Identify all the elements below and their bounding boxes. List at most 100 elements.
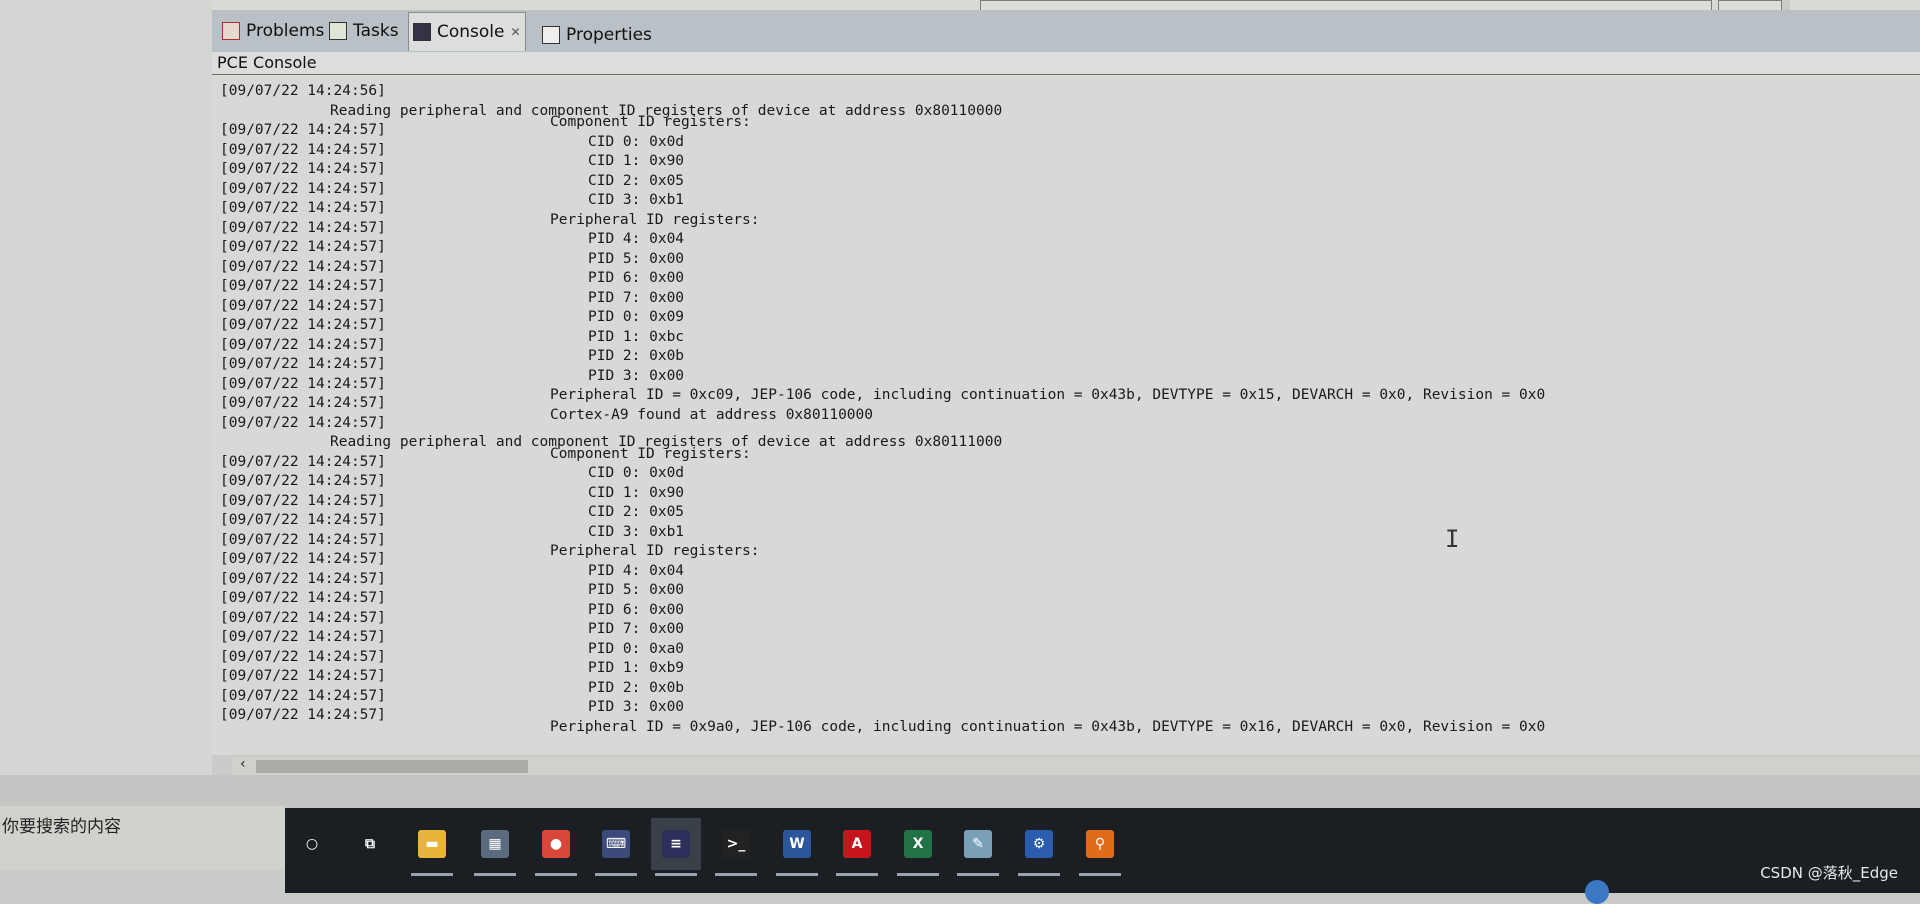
tab-tasks[interactable]: Tasks [325,14,403,48]
taskbar-file-explorer-button[interactable]: ▬ [407,818,457,876]
timestamp: [09/07/22 14:24:57] [220,141,386,158]
log-message: Component ID registers: [550,114,751,130]
console-output[interactable]: [09/07/22 14:24:56] Reading peripheral an… [212,75,1920,755]
tab-label: Problems [246,21,325,41]
properties-icon [542,26,560,44]
calculator-icon: ▦ [481,830,509,858]
console-line: [09/07/22 14:24:57] PID 0: 0xa0 [212,641,1912,668]
console-line: [09/07/22 14:24:57] CID 2: 0x05 [212,173,1912,200]
console-line: [09/07/22 14:24:57] PID 5: 0x00 [212,582,1912,609]
log-message: Peripheral ID registers: [550,543,760,559]
taskbar-chrome-button[interactable]: ● [531,818,581,876]
timestamp: [09/07/22 14:24:57] [220,551,386,567]
taskbar: ○ ⧉ ▬ ▦ ● ⌨ ≡ >_ W A X ✎ ⚙ ⚲ [285,808,1920,893]
file-explorer-icon: ▬ [418,830,446,858]
log-message: PID 6: 0x00 [588,270,685,286]
log-message: PID 2: 0x0b [588,348,685,364]
log-message: PID 1: 0xb9 [588,660,685,676]
running-indicator [1079,873,1121,876]
log-message: PID 4: 0x04 [588,231,685,247]
scroll-left-icon[interactable]: ‹ [240,756,246,772]
scrollbar-thumb[interactable] [256,760,528,773]
running-indicator [776,873,818,876]
task-view-icon: ⧉ [356,830,384,858]
watermark: CSDN @落秋_Edge [1760,864,1898,882]
excel-icon: X [904,830,932,858]
running-indicator [1018,873,1060,876]
taskbar-word-button[interactable]: W [772,818,822,876]
taskbar-cortana-button[interactable]: ○ [287,818,337,870]
log-message: CID 1: 0x90 [588,153,685,169]
log-message: PID 7: 0x00 [588,621,685,637]
timestamp: [09/07/22 14:24:57] [220,453,386,470]
timestamp: [09/07/22 14:24:57] [220,707,386,723]
console-line: [09/07/22 14:24:57] PID 1: 0xbc [212,329,1912,356]
timestamp: [09/07/22 14:24:57] [220,239,386,255]
running-indicator [715,873,757,876]
console-line: Reading peripheral and component ID regi… [212,103,1912,122]
console-line: [09/07/22 14:24:57] Component ID register… [212,114,1912,141]
console-line: [09/07/22 14:24:57] Component ID register… [212,446,1912,473]
taskbar-network-tool-button[interactable]: ⚙ [1014,818,1064,876]
taskbar-search-box[interactable]: 你要搜索的内容 [0,806,285,870]
log-message: PID 3: 0x00 [588,699,685,715]
horizontal-scrollbar[interactable]: ‹ [232,756,1920,775]
word-icon: W [783,830,811,858]
chrome-icon: ● [542,830,570,858]
tab-label: Console [437,22,505,42]
timestamp: [09/07/22 14:24:57] [220,414,386,431]
console-line: [09/07/22 14:24:57] CID 0: 0x0d [212,465,1912,492]
timestamp: [09/07/22 14:24:57] [220,629,386,645]
tasks-icon [329,22,347,40]
timestamp: [09/07/22 14:24:57] [220,200,386,216]
console-line: [09/07/22 14:24:57] PID 6: 0x00 [212,602,1912,629]
timestamp: [09/07/22 14:24:57] [220,590,386,606]
timestamp: [09/07/22 14:24:57] [220,122,386,138]
log-message: PID 6: 0x00 [588,601,685,618]
taskbar-keyboard-app-button[interactable]: ⌨ [591,818,641,876]
console-line: [09/07/22 14:24:57] PID 7: 0x00 [212,290,1912,317]
taskbar-eclipse-button[interactable]: ≡ [651,818,701,876]
text-cursor-icon: I [1445,525,1460,553]
console-icon [413,23,431,41]
running-indicator [836,873,878,876]
console-line: Peripheral ID = 0x9a0, JEP-106 code, inc… [212,719,1912,746]
taskbar-terminal-button[interactable]: >_ [711,818,761,876]
log-message: PID 5: 0x00 [588,250,685,267]
taskbar-task-view-button[interactable]: ⧉ [345,818,395,870]
log-message: CID 1: 0x90 [588,484,685,501]
close-icon[interactable]: ✕ [511,25,521,39]
acrobat-icon: A [843,830,871,858]
desktop-background [0,0,212,800]
tab-problems[interactable]: Problems [218,14,328,48]
network-tool-icon: ⚙ [1025,830,1053,858]
timestamp: [09/07/22 14:24:57] [220,492,386,509]
tab-console[interactable]: Console ✕ [408,12,526,51]
timestamp: [09/07/22 14:24:57] [220,668,386,684]
timestamp: [09/07/22 14:24:57] [220,317,386,333]
console-line: [09/07/22 14:24:57] PID 4: 0x04 [212,231,1912,258]
console-line: [09/07/22 14:24:57] CID 0: 0x0d [212,134,1912,161]
console-line: [09/07/22 14:24:57] CID 2: 0x05 [212,504,1912,531]
taskbar-excel-button[interactable]: X [893,818,943,876]
notepad-icon: ✎ [964,830,992,858]
taskbar-search-tool-button[interactable]: ⚲ [1075,818,1125,876]
log-message: Peripheral ID = 0xc09, JEP-106 code, inc… [550,387,1546,403]
console-line: [09/07/22 14:24:57] PID 7: 0x00 [212,621,1912,648]
console-line: [09/07/22 14:24:57] PID 1: 0xb9 [212,660,1912,687]
tab-properties[interactable]: Properties [538,18,656,52]
taskbar-calculator-button[interactable]: ▦ [470,818,520,876]
log-message: PID 0: 0x09 [588,309,685,325]
log-message: PID 5: 0x00 [588,582,685,598]
view-tab-bar: Problems Tasks Console ✕ Properties [212,10,1920,53]
timestamp: [09/07/22 14:24:57] [220,278,386,294]
taskbar-acrobat-button[interactable]: A [832,818,882,876]
help-icon[interactable] [1585,880,1609,904]
running-indicator [535,873,577,876]
log-message: PID 2: 0x0b [588,679,685,696]
console-line: [09/07/22 14:24:57] Peripheral ID registe… [212,543,1912,570]
timestamp: [09/07/22 14:24:57] [220,356,386,372]
console-line: [09/07/22 14:24:56] [212,83,1912,102]
taskbar-notepad-button[interactable]: ✎ [953,818,1003,876]
log-message: CID 3: 0xb1 [588,523,685,540]
